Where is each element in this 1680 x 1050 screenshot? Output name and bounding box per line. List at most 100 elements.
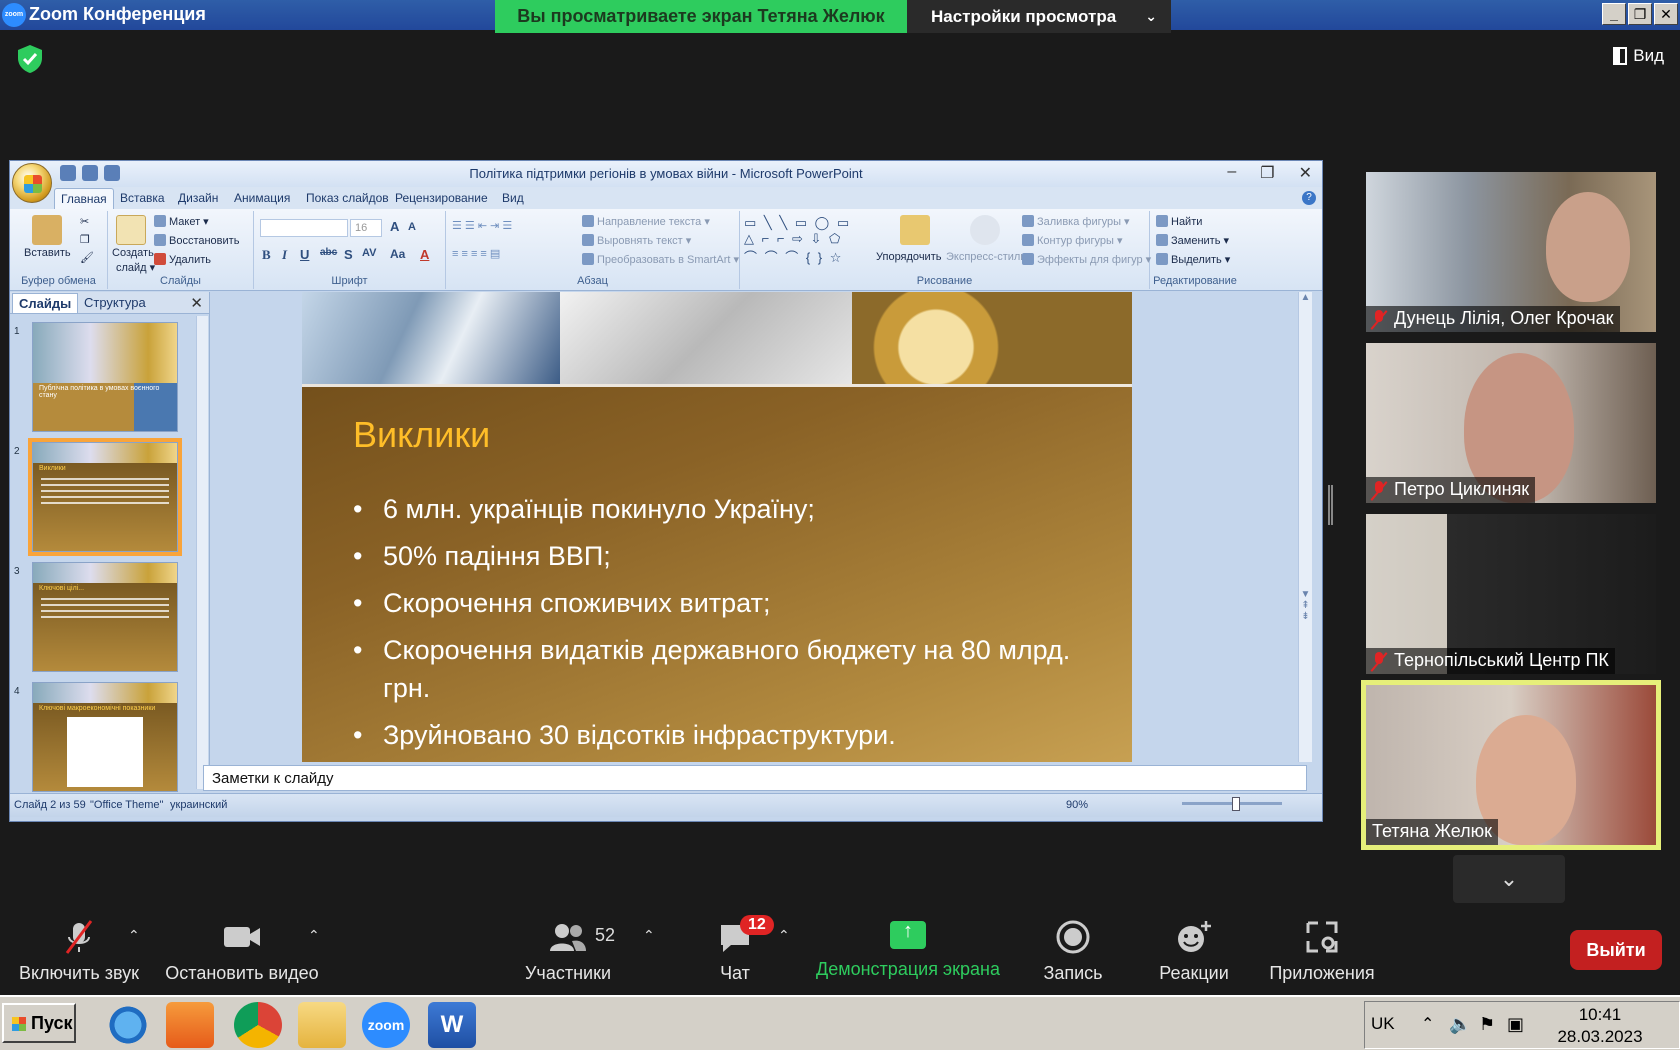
format-painter-icon[interactable]: 🖌 (80, 251, 94, 264)
layout-button[interactable]: Макет ▾ (154, 215, 209, 228)
find-button[interactable]: Найти (1156, 215, 1202, 228)
leave-meeting-button[interactable]: Выйти (1570, 930, 1662, 970)
thumbnails-scrollbar[interactable] (196, 316, 208, 789)
chrome-icon[interactable] (234, 1002, 282, 1048)
select-button[interactable]: Выделить ▾ (1156, 253, 1230, 266)
volume-icon[interactable]: 🔈 (1449, 1014, 1471, 1035)
align-text-button[interactable]: Выровнять текст ▾ (582, 234, 691, 247)
tab-insert[interactable]: Вставка (120, 191, 165, 205)
quick-styles-button[interactable]: Экспресс-стили (946, 251, 1026, 263)
minimize-button[interactable]: _ (1602, 3, 1626, 25)
start-button[interactable]: Пуск (2, 1003, 76, 1043)
change-case-button[interactable]: Aa (390, 247, 405, 261)
scroll-participants-down[interactable]: ⌄ (1453, 855, 1565, 903)
text-direction-button[interactable]: Направление текста ▾ (582, 215, 710, 228)
chat-options-caret-icon[interactable]: ⌃ (778, 927, 790, 944)
close-icon[interactable]: ✕ (190, 294, 203, 312)
ppt-close-button[interactable]: ✕ (1299, 163, 1312, 183)
shape-outline-button[interactable]: Контур фигуры ▾ (1022, 234, 1123, 247)
view-settings-menu[interactable]: Настройки просмотра ⌄ (907, 0, 1171, 33)
tab-home[interactable]: Главная (54, 188, 114, 210)
zoom-slider[interactable] (1182, 797, 1282, 811)
word-icon[interactable]: W (428, 1002, 476, 1048)
arrange-button[interactable]: Упорядочить (876, 251, 941, 263)
video-tile[interactable]: Дунець Лілія, Олег Крочак (1366, 172, 1656, 332)
video-options-caret-icon[interactable]: ⌃ (308, 927, 320, 944)
shape-fill-button[interactable]: Заливка фигуры ▾ (1022, 215, 1130, 228)
audio-options-caret-icon[interactable]: ⌃ (128, 927, 140, 944)
slide-bullets[interactable]: 6 млн. українців покинуло Україну; 50% п… (353, 490, 1093, 762)
network-icon[interactable]: ▣ (1507, 1014, 1524, 1035)
folder-icon[interactable] (298, 1002, 346, 1048)
cut-icon[interactable]: ✂ (80, 215, 89, 228)
tab-view[interactable]: Вид (502, 191, 524, 205)
tab-review[interactable]: Рецензирование (395, 191, 488, 205)
shape-effects-button[interactable]: Эффекты для фигур ▾ (1022, 253, 1151, 266)
slide-thumbnail[interactable]: Публічна політика в умовах воєнного стан… (32, 322, 178, 432)
slide-thumbnail[interactable]: Ключові макроекономічні показники (32, 682, 178, 792)
view-button[interactable]: Вид (1613, 46, 1664, 66)
record-button[interactable]: Запись (1030, 905, 1116, 984)
ppt-restore-button[interactable]: ❐ (1260, 163, 1274, 183)
zoom-app-icon[interactable]: zoom (362, 1002, 410, 1048)
font-color-button[interactable]: A (420, 247, 429, 262)
font-size-input[interactable]: 16 (350, 219, 382, 237)
replace-button[interactable]: Заменить ▾ (1156, 234, 1229, 247)
shield-icon[interactable] (16, 44, 44, 74)
smartart-button[interactable]: Преобразовать в SmartArt ▾ (582, 253, 739, 266)
shrink-font-icon[interactable]: A (408, 221, 416, 233)
video-tile-active-speaker[interactable]: Тетяна Желюк (1361, 680, 1661, 850)
internet-explorer-icon[interactable] (104, 1002, 152, 1048)
slide-thumbnail[interactable]: Ключові цілі... (32, 562, 178, 672)
copy-icon[interactable]: ❐ (80, 233, 90, 246)
tab-design[interactable]: Дизайн (178, 191, 218, 205)
media-player-icon[interactable] (166, 1002, 214, 1048)
font-name-input[interactable] (260, 219, 348, 237)
apps-label: Приложения (1269, 963, 1375, 983)
reset-button[interactable]: Восстановить (154, 234, 239, 247)
slide-scrollbar[interactable]: ▲ ▼ ⇞ ⇟ (1298, 292, 1312, 762)
grow-font-icon[interactable]: A (390, 219, 399, 234)
unmute-button[interactable]: Включить звук (14, 905, 144, 984)
tab-slideshow[interactable]: Показ слайдов (306, 191, 389, 205)
current-slide[interactable]: Виклики 6 млн. українців покинуло Україн… (302, 292, 1132, 762)
zoom-level[interactable]: 90% (1066, 799, 1088, 811)
apps-button[interactable]: Приложения (1262, 905, 1382, 984)
office-button[interactable] (12, 163, 52, 203)
notes-field[interactable]: Заметки к слайду (203, 765, 1307, 791)
maximize-button[interactable]: ❐ (1628, 3, 1652, 25)
tab-animation[interactable]: Анимация (234, 191, 290, 205)
panel-splitter[interactable] (1328, 485, 1333, 525)
reactions-button[interactable]: Реакции (1152, 905, 1236, 984)
video-tile[interactable]: Петро Циклиняк (1366, 343, 1656, 503)
new-slide-button[interactable]: Создать (112, 247, 154, 259)
spacing-button[interactable]: AV (362, 247, 376, 259)
delete-button[interactable]: Удалить (154, 253, 211, 266)
strikethrough-button[interactable]: abc (320, 247, 337, 258)
italic-button[interactable]: I (282, 247, 287, 263)
tab-slides[interactable]: Слайды (12, 293, 79, 313)
clock[interactable]: 10:41 28.03.2023 (1545, 1004, 1655, 1048)
shapes-gallery[interactable]: ▭ ╲ ╲ ▭ ◯ ▭ △ ⌐ ⌐ ⇨ ⇩ ⬠ ⌒ ⌒ ⌒ { } ☆ (744, 215, 851, 266)
stop-video-button[interactable]: Остановить видео (162, 905, 322, 984)
tab-outline[interactable]: Структура (84, 295, 146, 310)
language-indicator[interactable]: UK (1371, 1014, 1395, 1034)
ppt-minimize-button[interactable]: – (1227, 163, 1236, 183)
slide-title[interactable]: Виклики (353, 414, 490, 456)
video-tile[interactable]: Тернопільський Центр ПК (1366, 514, 1656, 674)
share-screen-button[interactable]: Демонстрация экрана (810, 905, 1006, 980)
close-button[interactable]: ✕ (1654, 3, 1678, 25)
unmute-label: Включить звук (18, 963, 140, 983)
help-icon[interactable]: ? (1302, 191, 1316, 205)
bold-button[interactable]: B (262, 247, 271, 263)
participants-options-caret-icon[interactable]: ⌃ (643, 927, 655, 944)
paste-button[interactable]: Вставить (24, 247, 71, 259)
new-slide-dropdown[interactable]: слайд ▾ (116, 261, 155, 274)
shadow-button[interactable]: S (344, 247, 353, 262)
align-icons[interactable]: ≡ ≡ ≡ ≡ ▤ (452, 247, 500, 260)
show-hidden-icons[interactable]: ⌃ (1421, 1014, 1434, 1034)
bullets-icon[interactable]: ☰ ☰ ⇤ ⇥ ☰ (452, 219, 512, 232)
action-center-flag-icon[interactable]: ⚑ (1479, 1014, 1495, 1035)
underline-button[interactable]: U (300, 247, 309, 262)
slide-thumbnail-selected[interactable]: Виклики (28, 438, 182, 556)
